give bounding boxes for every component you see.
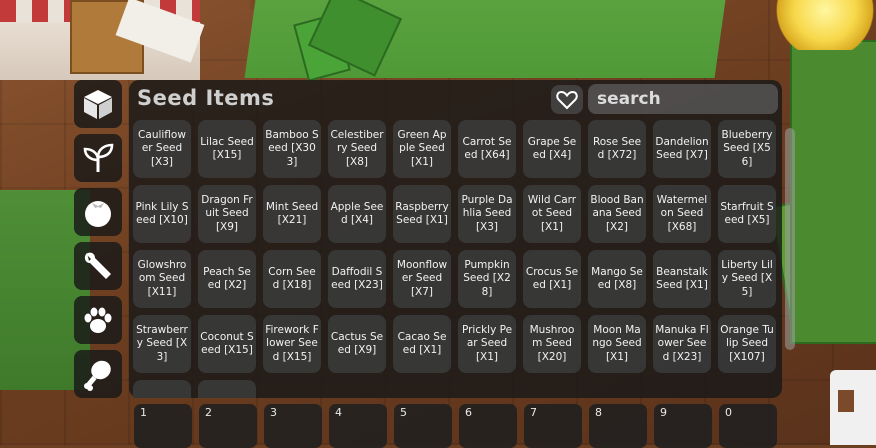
hotbar-slot-number: 1 — [140, 406, 147, 419]
seed-item-slot[interactable]: Orange Tulip Seed [X107] — [718, 315, 776, 373]
hotbar-slot-2[interactable]: 2 — [199, 404, 257, 448]
drumstick-icon — [84, 360, 111, 391]
hotbar-slot-number: 4 — [335, 406, 342, 419]
seed-item-slot[interactable]: Pink Lily Seed [X10] — [133, 185, 191, 243]
hotbar-slot-number: 5 — [400, 406, 407, 419]
seed-item-slot[interactable]: Cauliflower Seed [X3] — [133, 120, 191, 178]
food-category-button[interactable] — [74, 350, 122, 398]
seed-item-slot[interactable]: Bamboo Seed [X303] — [263, 120, 321, 178]
seed-item-slot[interactable]: Raspberry Seed [X1] — [393, 185, 451, 243]
hotbar: 1 2 3 4 5 6 7 8 9 0 — [134, 404, 777, 448]
seed-grid: Cauliflower Seed [X3] Lilac Seed [X15] Bam… — [133, 118, 783, 398]
seed-item-slot[interactable]: Cacao Seed [X1] — [393, 315, 451, 373]
paw-icon — [84, 307, 112, 333]
seed-item-slot[interactable]: Rose Seed [X72] — [588, 120, 646, 178]
seed-item-slot[interactable]: Green Apple Seed [X1] — [393, 120, 451, 178]
hotbar-slot-number: 7 — [530, 406, 537, 419]
seed-item-slot[interactable]: Starfruit Seed [X5] — [718, 185, 776, 243]
seed-item-slot[interactable]: Moonflower Seed [X7] — [393, 250, 451, 308]
seed-item-slot[interactable]: Beanstalk Seed [X1] — [653, 250, 711, 308]
seed-item-slot[interactable]: Blood Banana Seed [X2] — [588, 185, 646, 243]
seed-item-slot[interactable]: Lilac Seed [X15] — [198, 120, 256, 178]
seed-item-slot[interactable]: Corn Seed [X18] — [263, 250, 321, 308]
seed-item-slot[interactable]: Cactus Seed [X9] — [328, 315, 386, 373]
hotbar-slot-number: 3 — [270, 406, 277, 419]
seed-item-slot[interactable]: Strawberry Seed [X3] — [133, 315, 191, 373]
seed-grid-scrollbar[interactable] — [785, 128, 795, 350]
hotbar-slot-number: 0 — [725, 406, 732, 419]
hotbar-slot-3[interactable]: 3 — [264, 404, 322, 448]
seed-item-slot[interactable]: Mint Seed [X21] — [263, 185, 321, 243]
seed-item-slot[interactable]: Grape Seed [X4] — [523, 120, 581, 178]
seed-item-slot[interactable]: Foxglove — [198, 380, 256, 398]
hotbar-slot-6[interactable]: 6 — [459, 404, 517, 448]
hotbar-slot-4[interactable]: 4 — [329, 404, 387, 448]
animal-spot — [838, 390, 854, 412]
hotbar-slot-8[interactable]: 8 — [589, 404, 647, 448]
tomato-icon — [85, 201, 111, 227]
pet-animal — [830, 370, 876, 445]
seed-item-slot[interactable]: Blueberry Seed [X56] — [718, 120, 776, 178]
seeds-category-button[interactable] — [74, 80, 122, 128]
seed-item-slot[interactable]: Prickly Pear Seed [X1] — [458, 315, 516, 373]
seed-grid-viewport: Cauliflower Seed [X3] Lilac Seed [X15] Bam… — [133, 118, 783, 398]
seed-item-slot[interactable]: Wild Carrot Seed [X1] — [523, 185, 581, 243]
glowing-flower — [770, 0, 876, 50]
hotbar-slot-1[interactable]: 1 — [134, 404, 192, 448]
seed-item-slot[interactable]: Watermelon Seed [X68] — [653, 185, 711, 243]
seed-item-slot[interactable]: Liberty Lily Seed [X5] — [718, 250, 776, 308]
seed-item-slot[interactable]: Apple Seed [X4] — [328, 185, 386, 243]
seed-item-slot[interactable]: Dragon Fruit Seed [X9] — [198, 185, 256, 243]
seed-item-slot[interactable]: Daffodil Seed [X23] — [328, 250, 386, 308]
seed-item-slot[interactable]: Dandelion Seed [X7] — [653, 120, 711, 178]
gear-category-button[interactable] — [74, 242, 122, 290]
seed-item-slot[interactable]: Firework Flower Seed [X15] — [263, 315, 321, 373]
seed-item-slot[interactable]: Celestiberry Seed [X8] — [328, 120, 386, 178]
seed-item-slot[interactable]: Mushroom Seed [X20] — [523, 315, 581, 373]
seed-item-slot[interactable]: Coconut Seed [X15] — [198, 315, 256, 373]
seed-item-slot[interactable]: Moon Mango Seed [X1] — [588, 315, 646, 373]
box-icon — [84, 90, 112, 119]
hotbar-slot-number: 6 — [465, 406, 472, 419]
seed-item-slot[interactable]: Purple Dahlia Seed [X3] — [458, 185, 516, 243]
crops-category-button[interactable] — [74, 188, 122, 236]
seed-item-slot[interactable]: Carrot Seed [X64] — [458, 120, 516, 178]
seed-item-slot[interactable]: Peach Seed [X2] — [198, 250, 256, 308]
hotbar-slot-5[interactable]: 5 — [394, 404, 452, 448]
hotbar-slot-0[interactable]: 0 — [719, 404, 777, 448]
heart-icon — [556, 90, 578, 109]
favorite-filter-button[interactable] — [551, 85, 583, 114]
sprout-icon — [83, 143, 114, 172]
wrench-icon — [84, 252, 111, 279]
hotbar-slot-number: 9 — [660, 406, 667, 419]
hotbar-slot-number: 8 — [595, 406, 602, 419]
seed-item-slot[interactable]: Crocus Seed [X1] — [523, 250, 581, 308]
plant-stalk — [790, 40, 876, 344]
seed-item-slot[interactable] — [133, 380, 191, 398]
category-rail — [72, 80, 124, 404]
panel-title: Seed Items — [137, 86, 275, 110]
seed-item-slot[interactable]: Mango Seed [X8] — [588, 250, 646, 308]
pets-category-button[interactable] — [74, 296, 122, 344]
search-input[interactable] — [588, 84, 778, 114]
hotbar-slot-9[interactable]: 9 — [654, 404, 712, 448]
hotbar-slot-number: 2 — [205, 406, 212, 419]
seed-item-slot[interactable]: Glowshroom Seed [X11] — [133, 250, 191, 308]
sprout-category-button[interactable] — [74, 134, 122, 182]
hotbar-slot-7[interactable]: 7 — [524, 404, 582, 448]
seed-item-slot[interactable]: Pumpkin Seed [X28] — [458, 250, 516, 308]
seed-item-slot[interactable]: Manuka Flower Seed [X23] — [653, 315, 711, 373]
